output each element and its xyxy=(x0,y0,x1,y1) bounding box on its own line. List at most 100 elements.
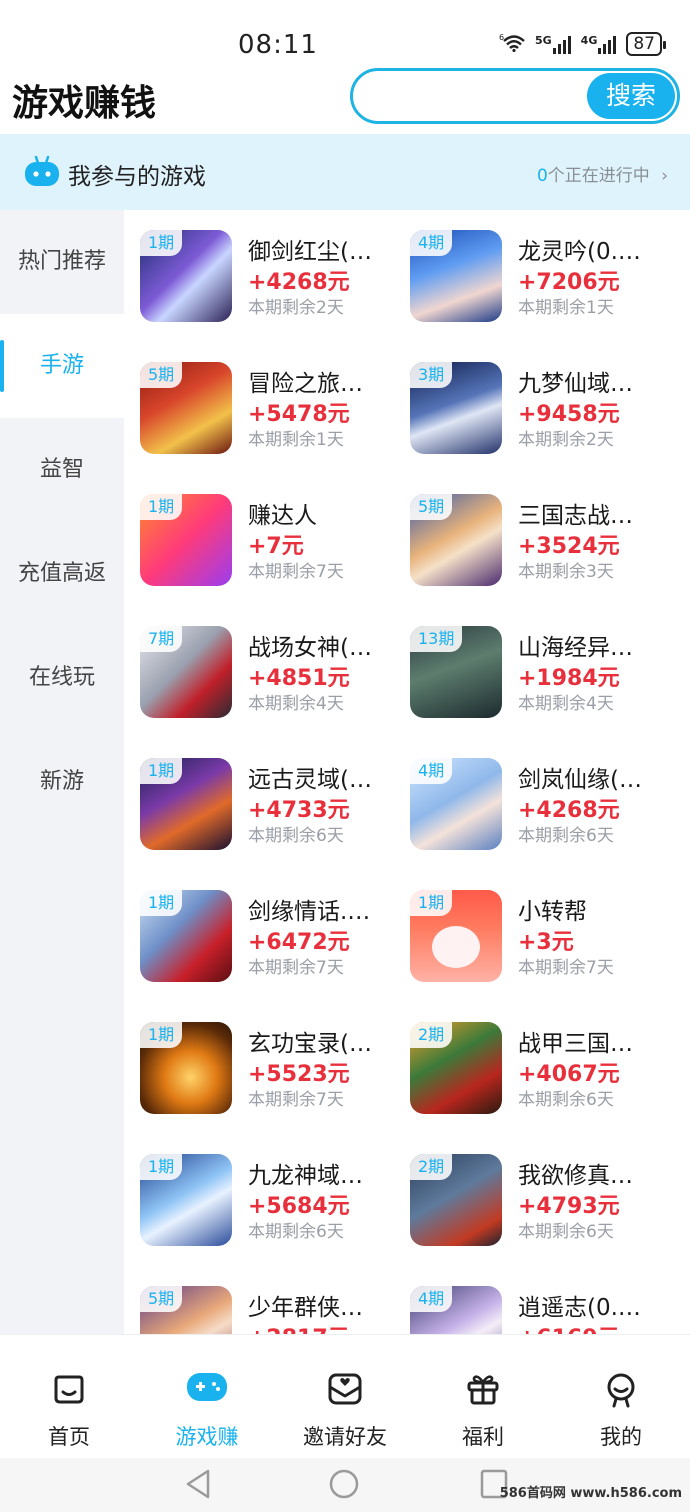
game-remaining: 本期剩余6天 xyxy=(518,1222,614,1242)
tab-invite-friends[interactable]: 邀请好友 xyxy=(276,1335,414,1459)
game-name: 远古灵域(… xyxy=(248,767,372,793)
tab-welfare[interactable]: 福利 xyxy=(414,1335,552,1459)
system-indicators: 6 5G 4G 87 xyxy=(499,32,666,56)
game-remaining: 本期剩余7天 xyxy=(248,1090,344,1110)
tab-game-earn[interactable]: 游戏赚 xyxy=(138,1335,276,1459)
game-thumbnail: 1期 xyxy=(140,494,232,586)
game-card[interactable]: 5期 少年群侠… +2817元 xyxy=(124,1266,394,1334)
tab-label: 首页 xyxy=(48,1425,90,1449)
game-remaining: 本期剩余2天 xyxy=(248,298,344,318)
game-remaining: 本期剩余3天 xyxy=(518,562,614,582)
game-reward: +4067元 xyxy=(518,1062,620,1087)
game-card[interactable]: 1期 剑缘情话.… +6472元 本期剩余7天 xyxy=(124,870,394,982)
game-name: 剑岚仙缘(… xyxy=(518,767,642,793)
game-reward: +4733元 xyxy=(248,798,350,823)
back-icon[interactable] xyxy=(184,1468,212,1500)
svg-text:6: 6 xyxy=(499,33,504,42)
game-name: 九龙神域… xyxy=(248,1163,363,1189)
period-badge: 4期 xyxy=(410,230,453,256)
sidebar-item-new-games[interactable]: 新游 xyxy=(0,730,124,834)
period-badge: 5期 xyxy=(140,362,183,388)
game-thumbnail: 2期 xyxy=(410,1022,502,1114)
period-badge: 1期 xyxy=(410,890,453,916)
game-reward: +1984元 xyxy=(518,666,620,691)
home-circle-icon[interactable] xyxy=(328,1468,360,1500)
game-card[interactable]: 4期 逍遥志(0.… +6169元 xyxy=(394,1266,664,1334)
robot-icon xyxy=(24,155,60,187)
game-name: 少年群侠… xyxy=(248,1295,363,1321)
game-card[interactable]: 4期 剑岚仙缘(… +4268元 本期剩余6天 xyxy=(394,738,664,850)
search-button[interactable]: 搜索 xyxy=(587,73,675,119)
sidebar-item-mobile-games[interactable]: 手游 xyxy=(0,314,124,418)
tab-label: 福利 xyxy=(462,1425,504,1449)
period-badge: 1期 xyxy=(140,1154,183,1180)
game-thumbnail: 13期 xyxy=(410,626,502,718)
watermark-text: 586首码网 www.h586.com xyxy=(499,1486,682,1501)
game-reward: +6169元 xyxy=(518,1320,620,1334)
period-badge: 4期 xyxy=(410,758,453,784)
period-badge: 13期 xyxy=(410,626,463,652)
game-card[interactable]: 4期 龙灵吟(0.… +7206元 本期剩余1天 xyxy=(394,210,664,322)
game-card[interactable]: 3期 九梦仙域… +9458元 本期剩余2天 xyxy=(394,342,664,454)
sidebar-item-puzzle[interactable]: 益智 xyxy=(0,418,124,522)
in-progress-count: 0 xyxy=(536,166,548,186)
game-name: 我欲修真… xyxy=(518,1163,633,1189)
period-badge: 4期 xyxy=(410,1286,453,1312)
invite-icon xyxy=(328,1373,362,1405)
game-remaining: 本期剩余4天 xyxy=(518,694,614,714)
game-reward: +5478元 xyxy=(248,402,350,427)
game-remaining: 本期剩余1天 xyxy=(248,430,344,450)
game-name: 御剑红尘(… xyxy=(248,239,372,265)
sidebar-item-recharge-rebate[interactable]: 充值高返 xyxy=(0,522,124,626)
game-remaining: 本期剩余7天 xyxy=(518,958,614,978)
game-card[interactable]: 1期 赚达人 +7元 本期剩余7天 xyxy=(124,474,394,586)
game-card[interactable]: 1期 玄功宝录(… +5523元 本期剩余7天 xyxy=(124,1002,394,1114)
game-remaining: 本期剩余7天 xyxy=(248,562,344,582)
period-badge: 2期 xyxy=(410,1022,453,1048)
wifi-icon: 6 xyxy=(499,32,525,56)
game-thumbnail: 5期 xyxy=(140,362,232,454)
game-remaining: 本期剩余6天 xyxy=(248,826,344,846)
page-title: 游戏赚钱 xyxy=(12,83,157,124)
game-reward: +2817元 xyxy=(248,1320,350,1334)
game-reward: +4793元 xyxy=(518,1194,620,1219)
game-card[interactable]: 5期 三国志战… +3524元 本期剩余3天 xyxy=(394,474,664,586)
game-reward: +9458元 xyxy=(518,402,620,427)
tab-profile[interactable]: 我的 xyxy=(552,1335,690,1459)
in-progress-status[interactable]: 0个正在进行中 › xyxy=(537,161,668,186)
game-card[interactable]: 5期 冒险之旅… +5478元 本期剩余1天 xyxy=(124,342,394,454)
home-icon xyxy=(54,1375,84,1404)
game-reward: +4268元 xyxy=(518,798,620,823)
game-card[interactable]: 2期 我欲修真… +4793元 本期剩余6天 xyxy=(394,1134,664,1246)
game-thumbnail: 4期 xyxy=(410,230,502,322)
game-card[interactable]: 1期 远古灵域(… +4733元 本期剩余6天 xyxy=(124,738,394,850)
signal-5g-label: 5G xyxy=(534,34,552,47)
game-card[interactable]: 1期 小转帮 +3元 本期剩余7天 xyxy=(394,870,664,982)
game-reward: +3元 xyxy=(518,930,574,955)
my-games-label: 我参与的游戏 xyxy=(68,164,206,190)
game-reward: +3524元 xyxy=(518,534,620,559)
game-card[interactable]: 7期 战场女神(… +4851元 本期剩余4天 xyxy=(124,606,394,718)
system-nav-bar: 586首码网 www.h586.com xyxy=(0,1458,690,1512)
game-thumbnail: 1期 xyxy=(140,890,232,982)
game-thumbnail: 1期 xyxy=(140,230,232,322)
game-reward: +7206元 xyxy=(518,270,620,295)
game-card[interactable]: 2期 战甲三国… +4067元 本期剩余6天 xyxy=(394,1002,664,1114)
game-remaining: 本期剩余6天 xyxy=(518,826,614,846)
period-badge: 1期 xyxy=(140,494,183,520)
tab-home[interactable]: 首页 xyxy=(0,1335,138,1459)
sidebar-item-hot[interactable]: 热门推荐 xyxy=(0,210,124,314)
game-card[interactable]: 13期 山海经异… +1984元 本期剩余4天 xyxy=(394,606,664,718)
my-games-banner[interactable]: 我参与的游戏 0个正在进行中 › xyxy=(0,134,690,210)
game-remaining: 本期剩余6天 xyxy=(518,1090,614,1110)
game-reward: +5523元 xyxy=(248,1062,350,1087)
game-card[interactable]: 1期 九龙神域… +5684元 本期剩余6天 xyxy=(124,1134,394,1246)
tab-label: 我的 xyxy=(600,1425,642,1449)
game-name: 三国志战… xyxy=(518,503,633,529)
game-reward: +7元 xyxy=(248,534,304,559)
search-box[interactable]: 搜索 xyxy=(350,68,680,124)
sidebar-item-online-play[interactable]: 在线玩 xyxy=(0,626,124,730)
search-input[interactable] xyxy=(371,81,591,113)
game-thumbnail: 1期 xyxy=(140,1022,232,1114)
game-card[interactable]: 1期 御剑红尘(… +4268元 本期剩余2天 xyxy=(124,210,394,322)
